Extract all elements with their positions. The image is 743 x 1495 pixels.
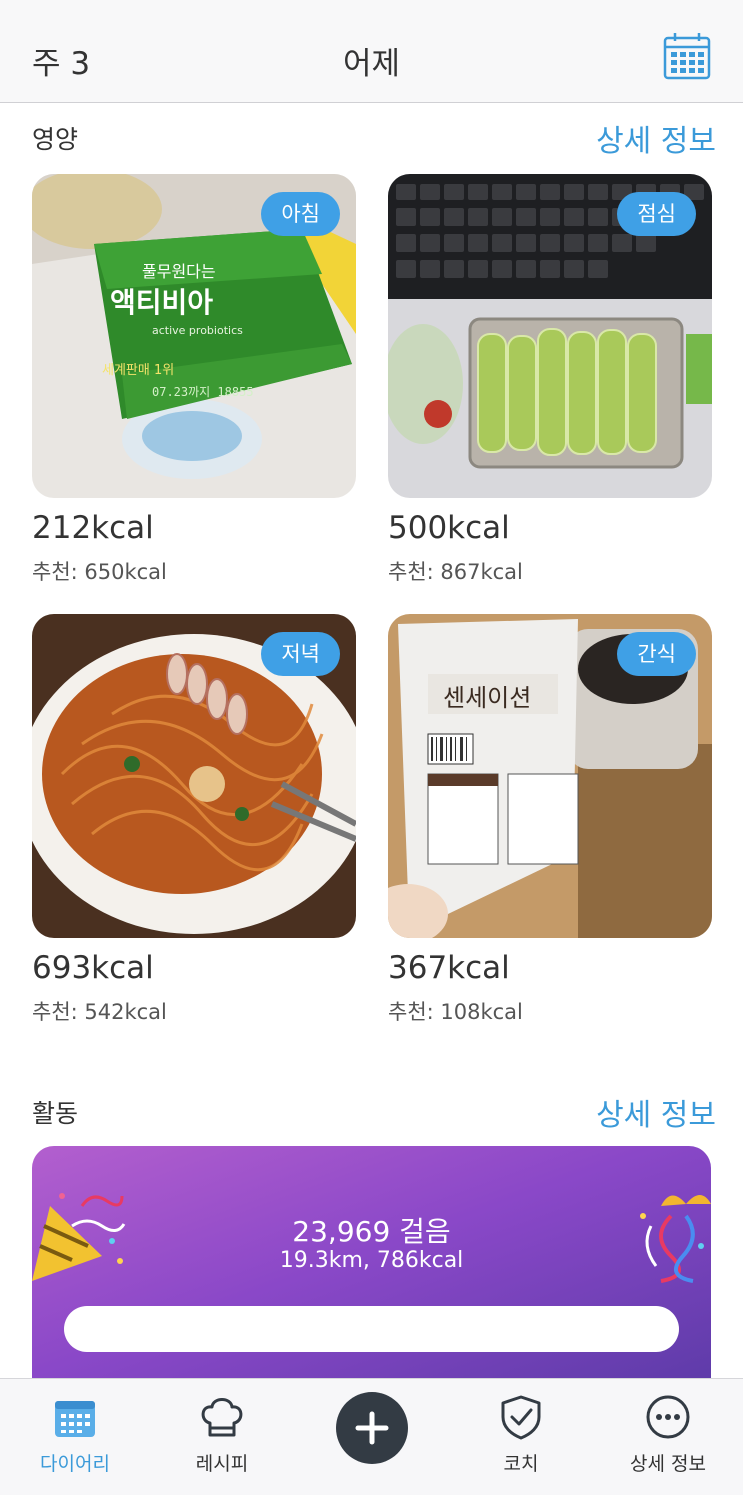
chef-hat-icon <box>201 1398 243 1437</box>
nutrition-section-label: 영양 <box>32 125 79 154</box>
svg-text:07.23까지 18855: 07.23까지 18855 <box>152 385 254 399</box>
meal-recommended: 추천: 542kcal <box>32 1000 167 1024</box>
activity-card[interactable]: 23,969 걸음 19.3km, 786kcal <box>32 1146 711 1406</box>
breakfast-photo[interactable]: 풀무원다는 액티비아 active probiotics 세계판매 1위 07.… <box>32 174 356 498</box>
svg-text:세계판매 1위: 세계판매 1위 <box>102 363 174 378</box>
more-icon <box>646 1395 690 1439</box>
meal-badge-breakfast: 아침 <box>261 192 340 236</box>
snack-photo[interactable]: 센세이션 간식 <box>388 614 712 938</box>
meal-kcal: 212kcal <box>32 510 154 546</box>
lunch-photo[interactable]: 점심 <box>388 174 712 498</box>
page-title: 어제 <box>342 46 401 82</box>
tab-more[interactable]: 상세 정보 <box>593 1379 743 1495</box>
plus-icon <box>355 1411 389 1445</box>
meal-card-breakfast[interactable]: 풀무원다는 액티비아 active probiotics 세계판매 1위 07.… <box>32 174 356 584</box>
tab-label: 상세 정보 <box>630 1453 706 1475</box>
add-entry-button[interactable] <box>336 1392 408 1464</box>
dinner-photo[interactable]: 저녁 <box>32 614 356 938</box>
meal-recommended: 추천: 867kcal <box>388 560 523 584</box>
meal-card-lunch[interactable]: 점심 500kcal 추천: 867kcal <box>388 174 712 584</box>
meal-kcal: 500kcal <box>388 510 510 546</box>
activity-progress-bar <box>64 1306 679 1352</box>
meal-recommended: 추천: 108kcal <box>388 1000 523 1024</box>
distance-calories: 19.3km, 786kcal <box>279 1248 464 1273</box>
meal-badge-lunch: 점심 <box>617 192 696 236</box>
meal-kcal: 693kcal <box>32 950 154 986</box>
svg-text:active probiotics: active probiotics <box>152 324 243 337</box>
meal-badge-dinner: 저녁 <box>261 632 340 676</box>
svg-text:센세이션: 센세이션 <box>443 684 531 712</box>
calendar-icon <box>55 1401 95 1437</box>
meal-card-snack[interactable]: 센세이션 간식 367kcal 추천: 108kcal <box>388 614 712 1024</box>
tab-label: 코치 <box>503 1453 539 1475</box>
calendar-icon[interactable] <box>663 32 711 80</box>
activity-detail-link[interactable]: 상세 정보 <box>596 1090 716 1134</box>
tab-diary[interactable]: 다이어리 <box>0 1379 150 1495</box>
tab-recipe[interactable]: 레시피 <box>147 1379 297 1495</box>
meal-recommended: 추천: 650kcal <box>32 560 167 584</box>
meal-kcal: 367kcal <box>388 950 510 986</box>
svg-text:풀무원다는: 풀무원다는 <box>142 262 216 281</box>
meal-badge-snack: 간식 <box>617 632 696 676</box>
tab-coach[interactable]: 코치 <box>446 1379 596 1495</box>
activity-section-label: 활동 <box>32 1099 79 1128</box>
tab-label: 레시피 <box>195 1453 249 1475</box>
nutrition-detail-link[interactable]: 상세 정보 <box>596 116 716 160</box>
tab-label: 다이어리 <box>40 1453 110 1475</box>
svg-text:액티비아: 액티비아 <box>110 286 213 319</box>
step-count: 23,969 걸음 <box>292 1215 451 1248</box>
shield-check-icon <box>501 1395 541 1440</box>
meal-card-dinner[interactable]: 저녁 693kcal 추천: 542kcal <box>32 614 356 1024</box>
top-bar: 주 3 어제 <box>0 0 743 103</box>
